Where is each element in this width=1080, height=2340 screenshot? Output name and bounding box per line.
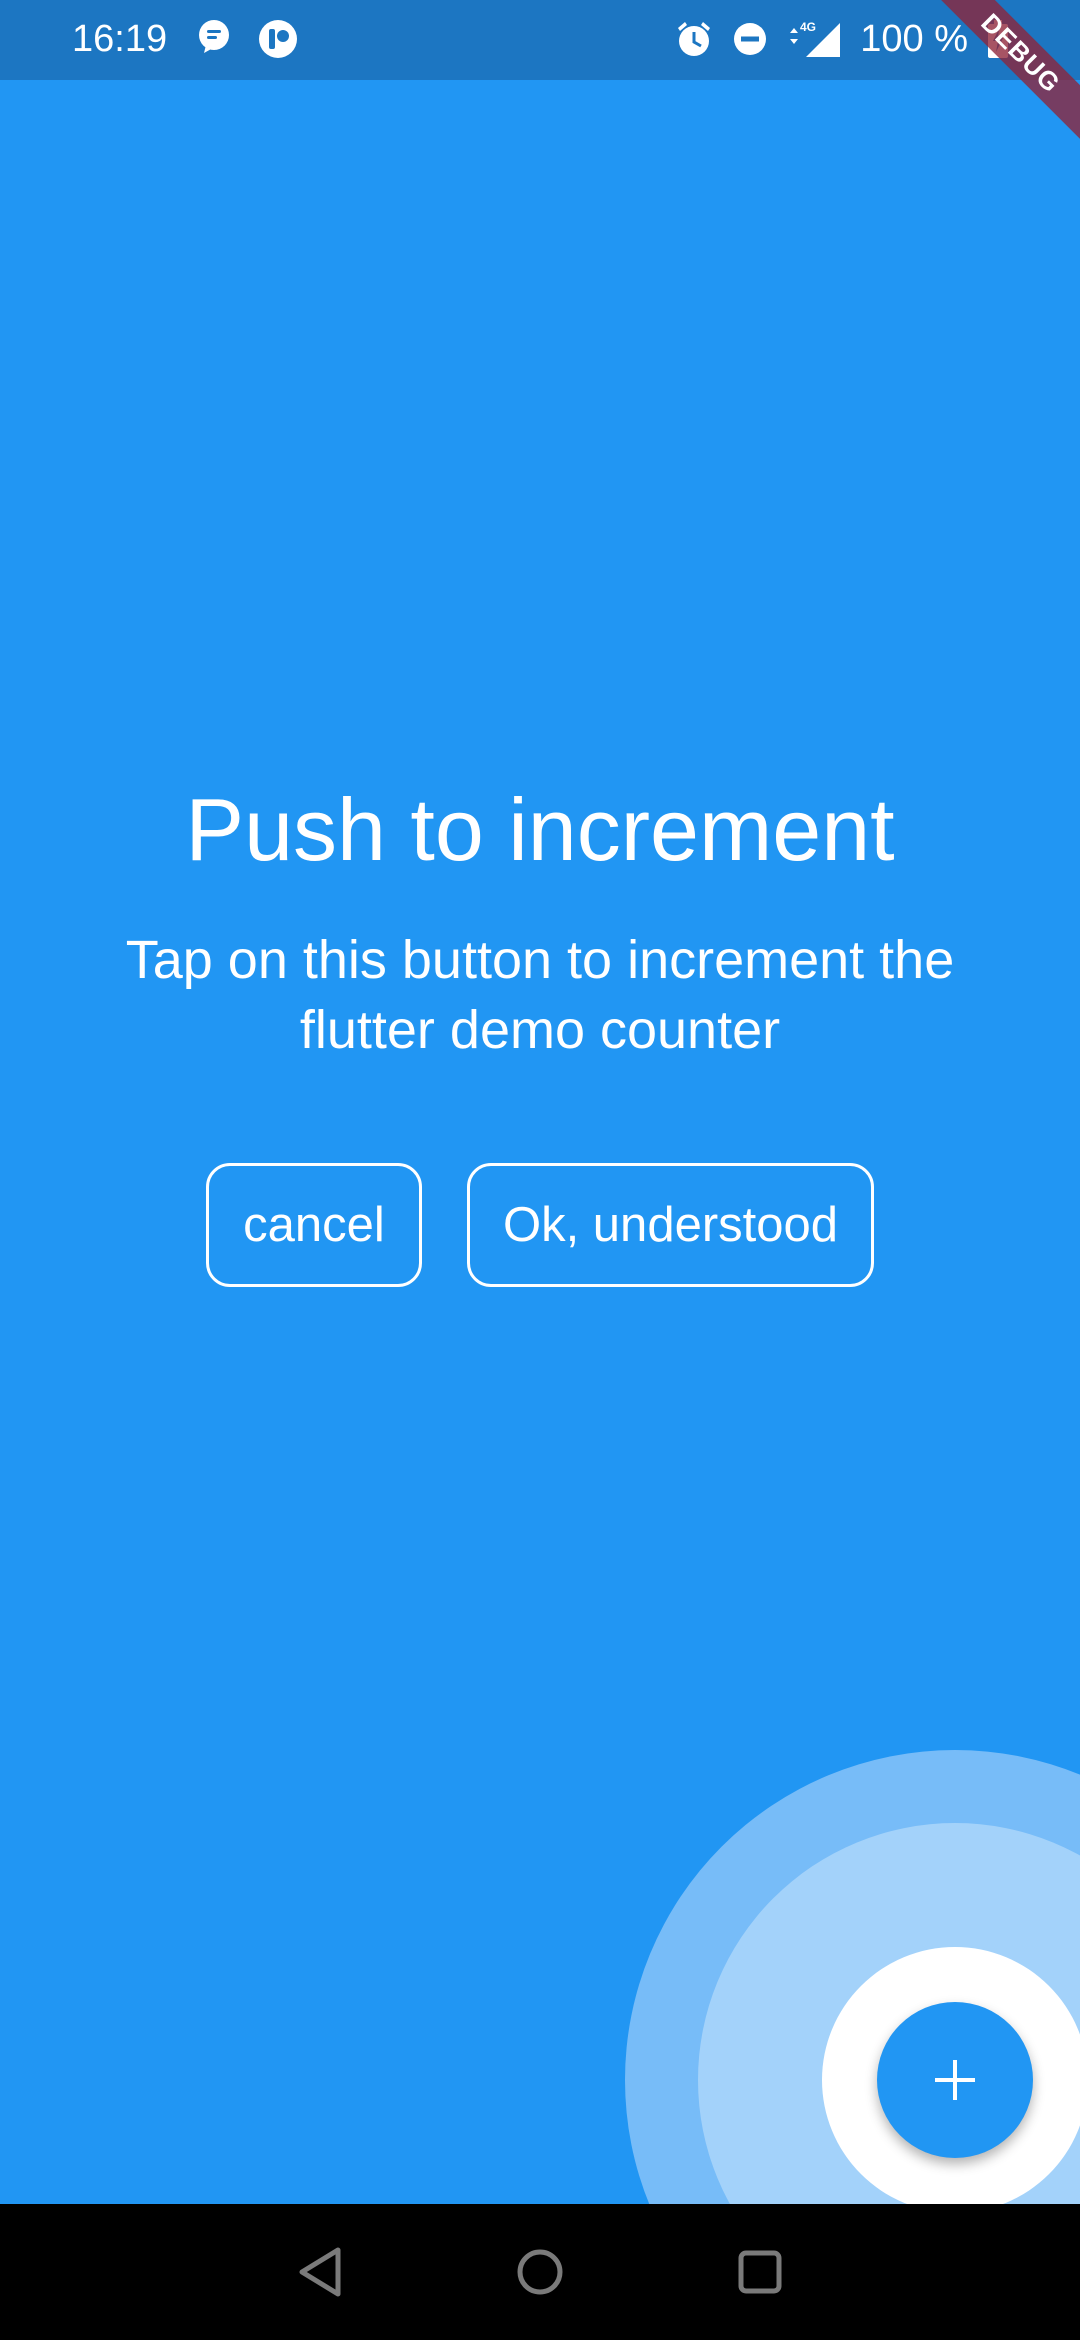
home-icon [512,2244,568,2300]
app-screen: 16:19 4G 100 % DEBUG Push to increment T… [0,0,1080,2340]
showcase-title: Push to increment [185,780,895,879]
signal-4g-icon: 4G [786,19,842,59]
app-notification-icon [258,19,298,59]
battery-charging-icon [986,19,1010,59]
showcase-description: Tap on this button to increment the flut… [125,930,955,1060]
status-right-icons: 4G 100 % [674,17,1010,61]
home-button[interactable] [512,2244,568,2300]
message-icon [196,19,232,59]
status-time: 16:19 [72,18,168,60]
status-bar: 16:19 4G 100 % [0,0,1080,80]
back-icon [294,2244,350,2300]
increment-fab-button[interactable] [877,2002,1033,2158]
svg-text:4G: 4G [800,20,816,34]
cancel-button[interactable]: cancel [206,1163,422,1287]
battery-percentage: 100 % [860,18,968,60]
ok-understood-button[interactable]: Ok, understood [467,1163,874,1287]
recents-button[interactable] [732,2244,788,2300]
plus-icon [931,2056,979,2104]
recents-icon [732,2244,788,2300]
system-nav-bar [0,2204,1080,2340]
alarm-icon [674,19,714,59]
status-left-icons [196,19,298,59]
back-button[interactable] [294,2244,350,2300]
do-not-disturb-icon [732,21,768,57]
